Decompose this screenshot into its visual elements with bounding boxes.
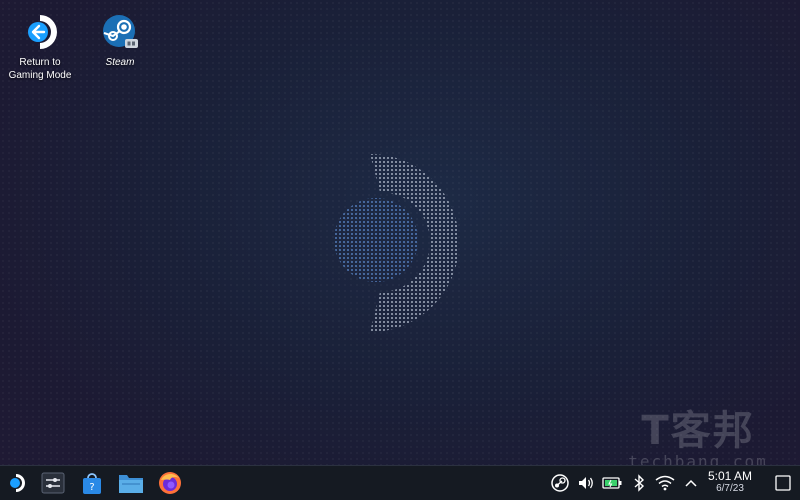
firefox-icon [159,472,181,494]
file-manager-icon [119,475,143,493]
steamdeck-wallpaper-logo [330,152,460,334]
show-desktop-icon [775,475,791,491]
discover-store-icon: ? [83,473,101,494]
firefox-button[interactable] [155,469,185,497]
steam-icon [103,15,138,48]
steamdeck-launcher-icon [10,474,25,492]
steam-tray-icon [551,474,569,492]
tray-bluetooth-button[interactable] [628,471,650,495]
discover-store-button[interactable]: ? [77,469,107,497]
tray-volume-button[interactable] [575,471,597,495]
desktop-icon-label: Return to Gaming Mode [8,57,72,81]
system-settings-button[interactable] [38,469,68,497]
tray-wifi-button[interactable] [654,471,676,495]
tray-steam-button[interactable] [549,471,571,495]
chevron-up-icon [685,479,697,487]
tray-expand-button[interactable] [680,471,702,495]
file-manager-button[interactable] [116,469,146,497]
taskbar: ? 5:01 AM 6/7/23 [0,465,800,500]
desktop: Return to Gaming Mode Steam T客邦 techbang… [0,0,800,471]
tray-battery-button[interactable] [601,471,623,495]
taskbar-clock[interactable]: 5:01 AM 6/7/23 [700,469,760,495]
volume-icon [579,477,593,489]
system-settings-icon [41,472,65,494]
wifi-icon [655,475,675,491]
clock-date: 6/7/23 [716,483,744,494]
watermark-brand: T客邦 [641,408,755,454]
clock-time: 5:01 AM [707,469,753,483]
battery-icon [602,477,622,489]
steamdeck-launcher-button[interactable] [2,469,32,497]
svg-text:?: ? [89,482,94,493]
bluetooth-icon [634,474,645,492]
show-desktop-button[interactable] [772,472,794,494]
desktop-icon-steam[interactable]: Steam [82,6,158,69]
desktop-icon-label: Steam [105,57,135,68]
steamdeck-return-icon [28,15,57,49]
watermark: T客邦 techbang.com [618,410,778,471]
desktop-icon-return-to-gaming-mode[interactable]: Return to Gaming Mode [2,6,78,82]
